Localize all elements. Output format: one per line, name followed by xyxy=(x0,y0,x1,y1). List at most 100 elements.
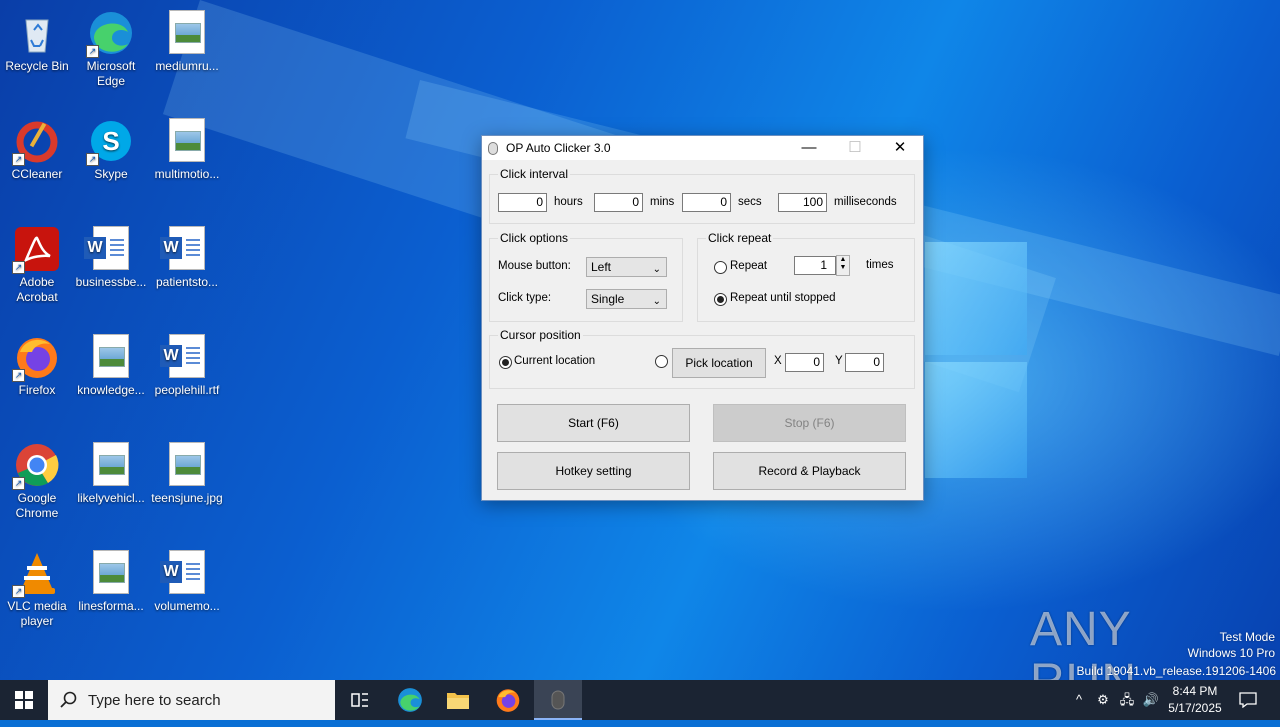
mouse-button-dropdown[interactable]: Left ⌄ xyxy=(586,257,667,277)
windows-logo-icon xyxy=(15,691,33,709)
folder-icon xyxy=(447,693,469,709)
maximize-button[interactable]: ☐ xyxy=(832,136,878,160)
y-label: Y xyxy=(835,355,843,367)
desktop-icon-label: Google Chrome xyxy=(15,491,59,520)
op-auto-clicker-window: OP Auto Clicker 3.0 — ☐ ✕ Click interval… xyxy=(481,135,924,501)
repeat-until-stopped-label: Repeat until stopped xyxy=(730,292,836,304)
x-label: X xyxy=(774,355,782,367)
desktop-icon-recycle-bin[interactable]: Recycle Bin xyxy=(0,4,74,74)
desktop-icon-label: CCleaner xyxy=(11,167,63,181)
mouse-button-label: Mouse button: xyxy=(498,260,571,272)
desktop-icon-label: multimotio... xyxy=(154,167,220,181)
tray-app-icon[interactable]: ⚙ xyxy=(1092,680,1114,720)
desktop-icon-vlc[interactable]: ↗ VLC media player xyxy=(0,544,74,629)
desktop-icon-businessbe[interactable]: W businessbe... xyxy=(74,220,148,290)
milliseconds-input[interactable]: 100 xyxy=(778,193,827,212)
pick-location-button[interactable]: Pick location xyxy=(672,348,766,378)
hours-input[interactable]: 0 xyxy=(498,193,547,212)
desktop-icon-volumemo[interactable]: W volumemo... xyxy=(150,544,224,614)
desktop-icon-microsoft-edge[interactable]: ↗ Microsoft Edge xyxy=(74,4,148,89)
taskbar-search-box[interactable]: Type here to search xyxy=(48,680,335,720)
test-mode-label: Test Mode xyxy=(1219,630,1275,644)
desktop-icon-label: peoplehill.rtf xyxy=(154,383,220,397)
repeat-radio[interactable] xyxy=(714,261,727,274)
start-menu-button[interactable] xyxy=(0,680,48,720)
times-label: times xyxy=(866,259,894,271)
current-location-radio[interactable] xyxy=(499,356,512,369)
desktop-icon-label: teensjune.jpg xyxy=(151,491,223,505)
taskbar-op-auto-clicker[interactable] xyxy=(534,680,582,720)
start-button[interactable]: Start (F6) xyxy=(497,404,690,442)
stop-button[interactable]: Stop (F6) xyxy=(713,404,906,442)
desktop-icon-label: volumemo... xyxy=(154,599,220,613)
title-bar[interactable]: OP Auto Clicker 3.0 — ☐ ✕ xyxy=(482,136,923,160)
secs-label: secs xyxy=(738,196,762,208)
windows-edition-label: Windows 10 Pro xyxy=(1187,646,1275,660)
cursor-position-label: Cursor position xyxy=(498,328,583,342)
desktop-icon-ccleaner[interactable]: ↗ CCleaner xyxy=(0,112,74,182)
network-icon[interactable]: 🖧 xyxy=(1116,680,1138,720)
word-file-icon: W xyxy=(160,226,205,270)
milliseconds-label: milliseconds xyxy=(834,196,897,208)
notifications-button[interactable] xyxy=(1234,680,1262,720)
svg-text:S: S xyxy=(102,126,119,156)
pick-location-radio[interactable] xyxy=(655,355,668,368)
word-file-icon: W xyxy=(160,334,205,378)
desktop-icon-label: Firefox xyxy=(18,383,56,397)
taskbar-file-explorer[interactable] xyxy=(434,680,482,720)
task-view-icon xyxy=(351,693,368,707)
windows-logo-pane xyxy=(925,362,1027,478)
click-repeat-label: Click repeat xyxy=(706,231,774,245)
click-type-value: Single xyxy=(591,292,625,306)
chevron-down-icon: ⌄ xyxy=(652,264,661,275)
mouse-icon xyxy=(551,690,565,710)
desktop-icon-likelyvehicl[interactable]: likelyvehicl... xyxy=(74,436,148,506)
current-location-label: Current location xyxy=(514,355,596,367)
desktop-icon-skype[interactable]: S ↗ Skype xyxy=(74,112,148,182)
taskbar-firefox[interactable] xyxy=(484,680,532,720)
click-type-dropdown[interactable]: Single ⌄ xyxy=(586,289,667,309)
image-file-icon xyxy=(93,334,129,378)
desktop-icon-linesforma[interactable]: linesforma... xyxy=(74,544,148,614)
secs-input[interactable]: 0 xyxy=(682,193,731,212)
mins-input[interactable]: 0 xyxy=(594,193,643,212)
desktop-icon-patientsto[interactable]: W patientsto... xyxy=(150,220,224,290)
desktop-icon-label: Skype xyxy=(94,167,128,181)
task-view-button[interactable] xyxy=(336,680,384,720)
desktop-icon-label: linesforma... xyxy=(78,599,144,613)
desktop-icon-multimotio[interactable]: multimotio... xyxy=(150,112,224,182)
repeat-until-stopped-radio[interactable] xyxy=(714,293,727,306)
taskbar-edge[interactable] xyxy=(386,680,434,720)
minimize-button[interactable]: — xyxy=(786,136,832,160)
desktop-icon-label: VLC media player xyxy=(7,599,67,628)
repeat-count-input[interactable]: 1 xyxy=(794,256,836,275)
word-file-icon: W xyxy=(84,226,129,270)
desktop-icon-label: likelyvehicl... xyxy=(77,491,145,505)
taskbar-clock[interactable]: 8:44 PM 5/17/2025 xyxy=(1158,683,1232,717)
desktop-icon-peoplehill[interactable]: W peoplehill.rtf xyxy=(150,328,224,398)
mins-label: mins xyxy=(650,196,675,208)
close-button[interactable]: ✕ xyxy=(877,136,923,160)
desktop-icon-adobe-acrobat[interactable]: ↗ Adobe Acrobat xyxy=(0,220,74,305)
y-input[interactable]: 0 xyxy=(845,353,884,372)
desktop-icon-mediumru[interactable]: mediumru... xyxy=(150,4,224,74)
desktop-icon-teensjune[interactable]: teensjune.jpg xyxy=(150,436,224,506)
search-icon xyxy=(60,691,77,708)
cursor-position-group: Cursor position Current location Pick lo… xyxy=(489,328,915,389)
desktop-icon-firefox[interactable]: ↗ Firefox xyxy=(0,328,74,398)
hotkey-setting-button[interactable]: Hotkey setting xyxy=(497,452,690,490)
window-title: OP Auto Clicker 3.0 xyxy=(506,141,611,155)
show-hidden-icons-button[interactable]: ^ xyxy=(1068,680,1090,720)
desktop-icon-knowledge[interactable]: knowledge... xyxy=(74,328,148,398)
desktop-icon-label: Microsoft Edge xyxy=(86,59,136,88)
record-playback-button[interactable]: Record & Playback xyxy=(713,452,906,490)
repeat-count-spinner[interactable]: ▲ ▼ xyxy=(836,255,850,276)
search-placeholder: Type here to search xyxy=(88,692,221,709)
mouse-icon xyxy=(488,142,498,155)
desktop-icon-google-chrome[interactable]: ↗ Google Chrome xyxy=(0,436,74,521)
click-options-group: Click options Mouse button: Left ⌄ Click… xyxy=(489,231,683,322)
clock-date: 5/17/2025 xyxy=(1168,701,1222,715)
x-input[interactable]: 0 xyxy=(785,353,824,372)
edge-icon xyxy=(398,688,422,712)
chevron-down-icon: ⌄ xyxy=(652,296,661,307)
